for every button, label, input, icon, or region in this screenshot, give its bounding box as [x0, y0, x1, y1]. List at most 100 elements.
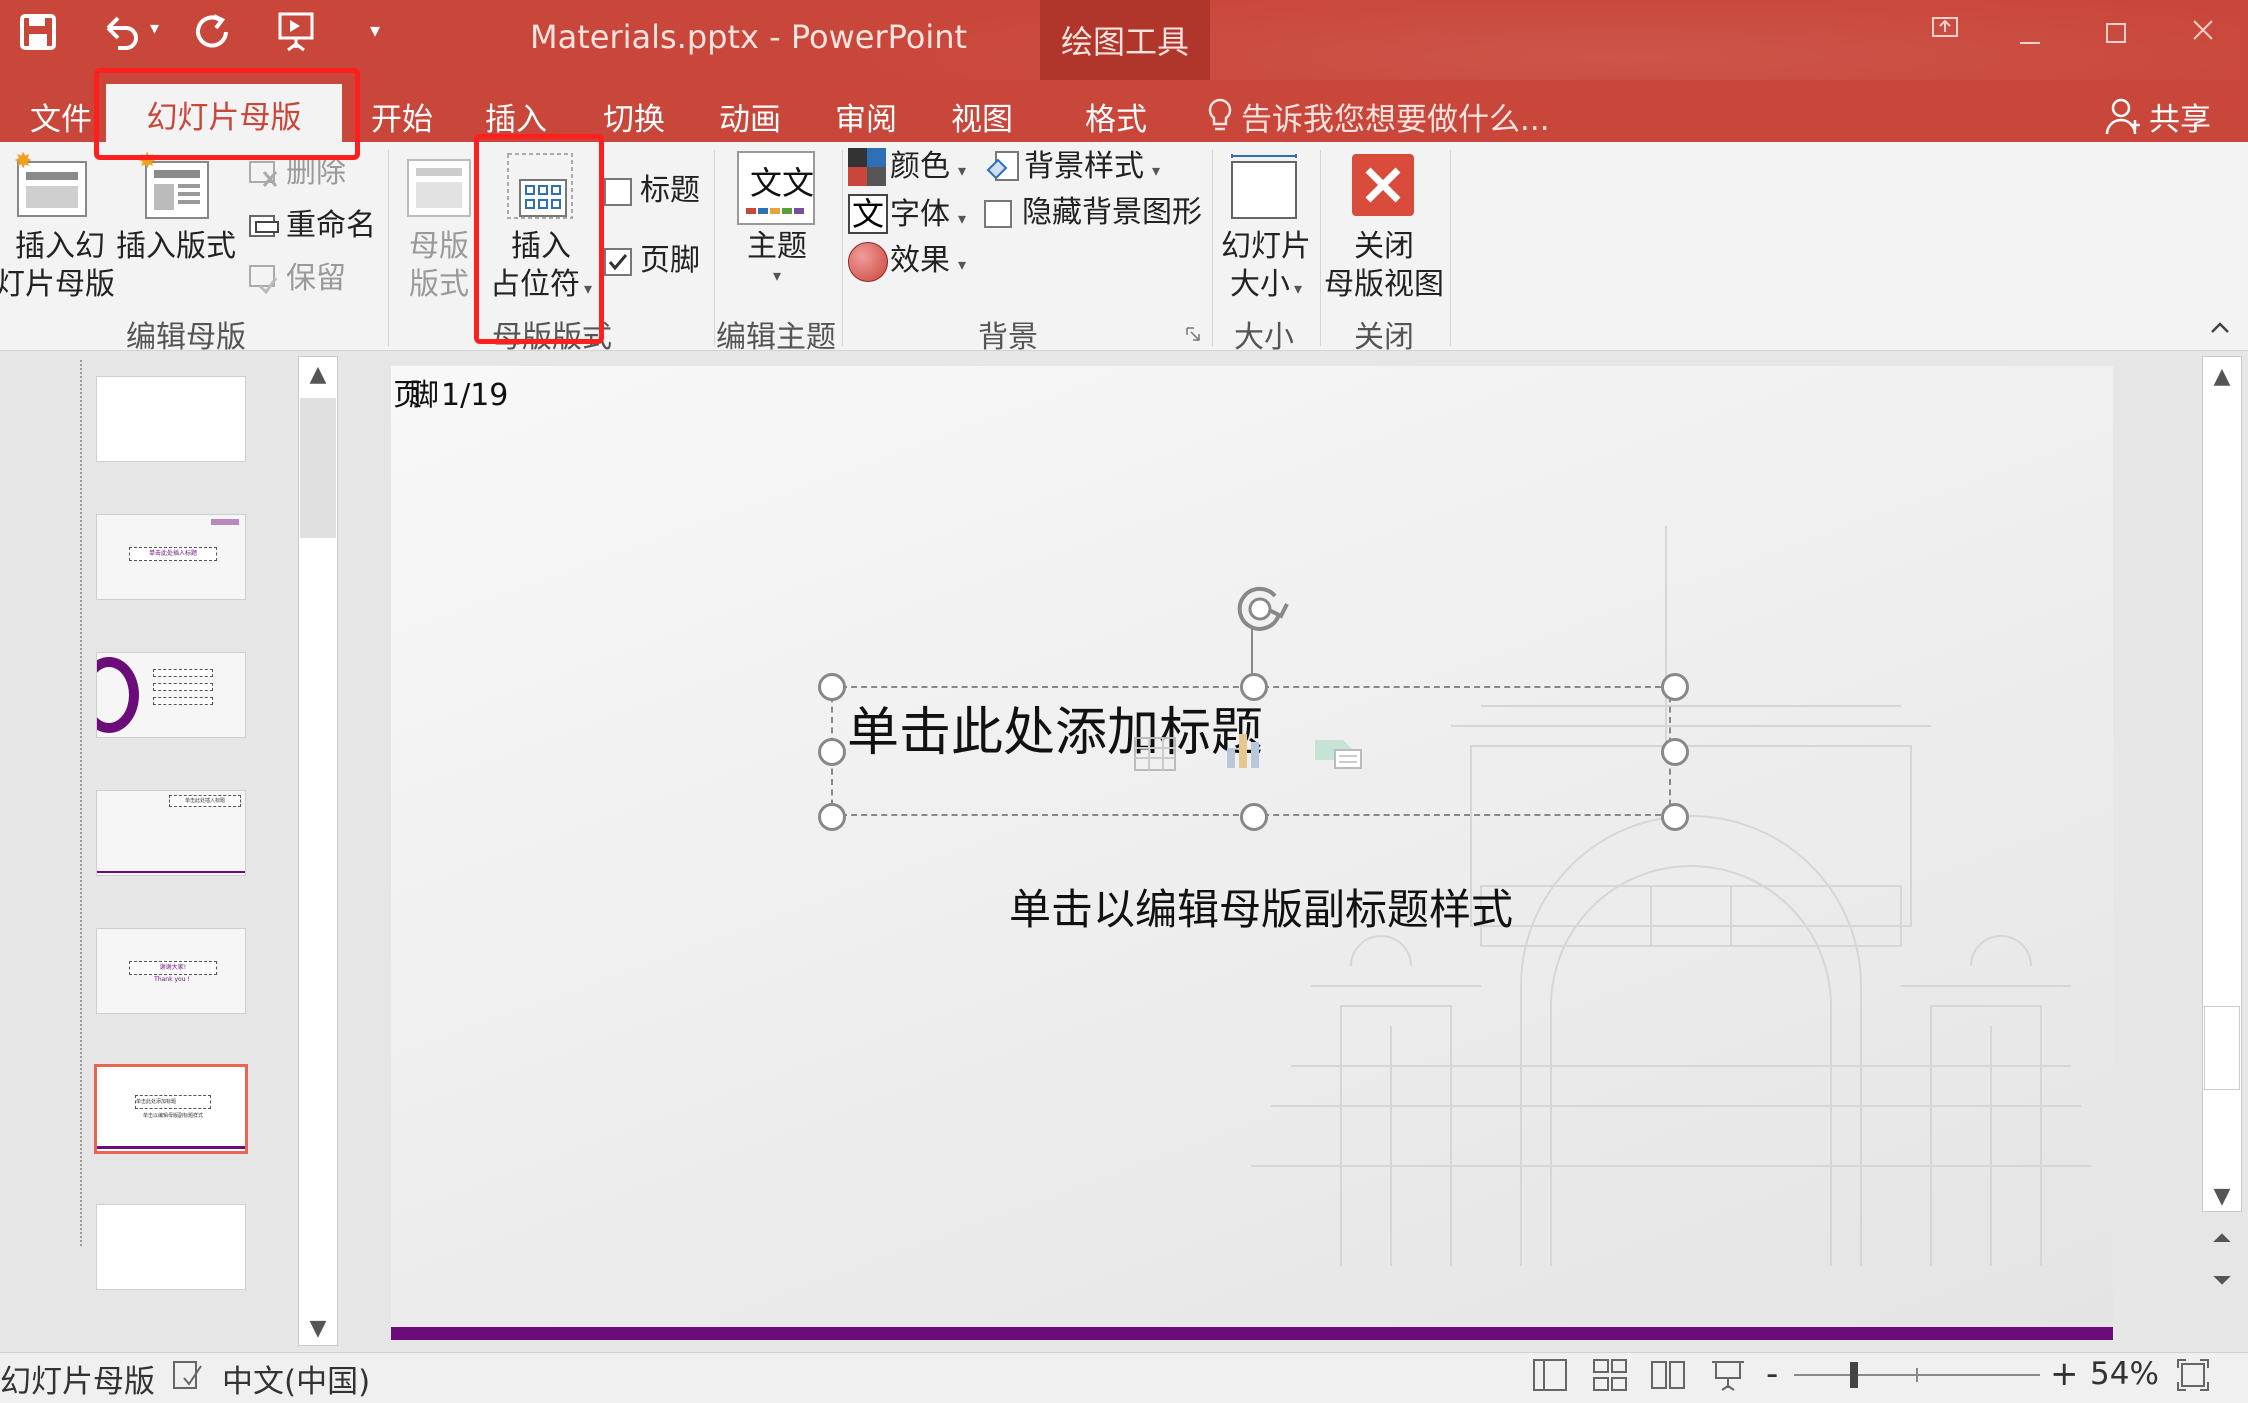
zoom-slider-thumb[interactable] — [1850, 1362, 1858, 1388]
slide-bottom-band — [391, 1327, 2113, 1340]
tab-transitions[interactable]: 切换 — [592, 90, 676, 142]
background-gate-drawing — [1251, 526, 2091, 1266]
preserve-icon — [246, 262, 282, 295]
rotate-handle-icon[interactable] — [1227, 576, 1293, 642]
background-styles-button[interactable]: 背景样式 ▾ — [1024, 148, 1160, 190]
thumbnail-layout-4[interactable]: 单击此处插入标题 — [96, 790, 246, 876]
resize-handle[interactable] — [818, 738, 846, 766]
tab-view[interactable]: 视图 — [940, 90, 1024, 142]
thumbnail-layout-2[interactable]: 单击此处插入标题 — [96, 514, 246, 600]
chevron-down-icon: ▾ — [1293, 279, 1303, 298]
thumbnail-toc-ring — [97, 657, 139, 733]
slide-canvas[interactable]: 页脚 1/19 单击此处添加标题 单击以编辑母版副标题样式 — [391, 366, 2113, 1340]
slide-sorter-icon[interactable] — [1592, 1358, 1628, 1392]
themes-button[interactable]: 主题 ▾ — [744, 228, 810, 286]
zoom-in-button[interactable]: + — [2050, 1354, 2079, 1394]
highlight-slide-master-tab — [94, 68, 360, 160]
fit-to-window-icon[interactable] — [2176, 1358, 2210, 1392]
rename-button[interactable]: 重命名 — [286, 207, 376, 245]
resize-handle[interactable] — [818, 673, 846, 701]
collapse-ribbon-icon[interactable] — [2208, 318, 2232, 338]
thumbnail-scroll-thumb[interactable] — [300, 398, 336, 538]
tab-home[interactable]: 开始 — [360, 90, 444, 142]
slide-scroll-up-icon[interactable]: ▲ — [2202, 366, 2242, 388]
effects-button[interactable]: 效果 ▾ — [890, 242, 966, 284]
chevron-down-icon: ▾ — [958, 161, 967, 180]
thumbnail-scroll-up-icon[interactable]: ▲ — [298, 364, 338, 386]
rotate-handle-line — [1251, 628, 1253, 676]
close-master-view-button[interactable]: 关闭 母版视图 — [1322, 228, 1446, 304]
background-styles-icon — [986, 150, 1020, 184]
presentation-icon[interactable] — [274, 10, 322, 54]
resize-handle[interactable] — [818, 803, 846, 831]
zoom-level[interactable]: 54% — [2090, 1356, 2159, 1392]
insert-slide-master-button[interactable]: 插入幻 灯片母版 — [0, 228, 120, 304]
close-window-icon[interactable] — [2190, 16, 2216, 51]
previous-slide-icon[interactable]: ⏶ — [2202, 1226, 2242, 1250]
hide-background-checkbox[interactable] — [984, 200, 1012, 228]
chevron-down-icon: ▾ — [958, 209, 967, 228]
undo-icon[interactable] — [98, 10, 142, 54]
slide-size-button[interactable]: 幻灯片 大小 ▾ — [1216, 228, 1316, 308]
thumbnail-layout-5[interactable]: 谢谢大家! Thank you ! — [96, 928, 246, 1014]
resize-handle[interactable] — [1661, 738, 1689, 766]
slideshow-view-icon[interactable] — [1710, 1358, 1746, 1392]
zoom-out-button[interactable]: - — [1766, 1354, 1778, 1394]
title-checkbox[interactable] — [604, 178, 632, 206]
slide-footer-label: 页脚 — [393, 378, 439, 413]
thumbnail-layout-3[interactable] — [96, 652, 246, 738]
footer-checkbox[interactable] — [604, 248, 632, 276]
thumbnail-scroll-down-icon[interactable]: ▼ — [298, 1318, 338, 1340]
smartart-placeholder-icon[interactable] — [1313, 734, 1363, 770]
subtitle-placeholder-text[interactable]: 单击以编辑母版副标题样式 — [791, 876, 1731, 937]
spelling-check-icon[interactable] — [170, 1358, 204, 1392]
table-placeholder-icon[interactable] — [1133, 736, 1177, 772]
tab-review[interactable]: 审阅 — [824, 90, 908, 142]
thumbnail-layout-1[interactable] — [96, 376, 246, 462]
master-layout-icon — [404, 156, 474, 220]
undo-dropdown-icon[interactable]: ▾ — [150, 18, 159, 39]
tab-format[interactable]: 格式 — [1074, 90, 1158, 142]
colors-button[interactable]: 颜色 ▾ — [890, 148, 966, 190]
redo-icon[interactable] — [190, 10, 234, 54]
thumbnail-layout-7[interactable] — [96, 1204, 246, 1290]
share-label: 共享 — [2149, 101, 2211, 138]
slide-size-icon — [1228, 152, 1300, 222]
resize-handle[interactable] — [1661, 803, 1689, 831]
slide-scroll-thumb[interactable] — [2204, 1006, 2240, 1090]
insert-layout-icon: ✸ — [138, 149, 214, 222]
fonts-button[interactable]: 字体 ▾ — [890, 196, 966, 238]
slide-scroll-down-icon[interactable]: ▼ — [2202, 1186, 2242, 1208]
share-button[interactable]: 共享 — [2105, 90, 2211, 142]
master-layout-button[interactable]: 母版 版式 — [404, 228, 474, 304]
group-separator — [388, 150, 389, 346]
insert-layout-button[interactable]: 插入版式 — [116, 228, 236, 266]
tab-animations[interactable]: 动画 — [708, 90, 792, 142]
restore-icon[interactable] — [1930, 12, 1960, 50]
tell-me-box[interactable]: 告诉我您想要做什么... — [1205, 90, 1550, 142]
resize-handle[interactable] — [1240, 673, 1268, 701]
resize-handle[interactable] — [1240, 803, 1268, 831]
normal-view-icon[interactable] — [1532, 1358, 1568, 1392]
status-language[interactable]: 中文(中国) — [222, 1356, 370, 1401]
checkmark-icon — [608, 254, 628, 271]
chart-placeholder-icon[interactable] — [1223, 730, 1267, 770]
dialog-launcher-icon[interactable] — [1186, 326, 1200, 341]
thumbnail-band — [97, 871, 245, 873]
zoom-slider-midmark — [1916, 1368, 1918, 1382]
customize-qat-icon[interactable]: ▾ — [370, 18, 380, 42]
maximize-icon[interactable] — [2104, 18, 2128, 53]
insert-slide-master-label-1: 插入幻 — [15, 229, 105, 264]
tab-file[interactable]: 文件 — [18, 90, 104, 142]
reading-view-icon[interactable] — [1650, 1358, 1686, 1392]
save-icon[interactable] — [18, 12, 58, 52]
minimize-icon[interactable] — [2018, 20, 2042, 55]
delete-icon — [246, 158, 282, 190]
preserve-button[interactable]: 保留 — [286, 260, 346, 298]
next-slide-icon[interactable]: ⏷ — [2202, 1268, 2242, 1292]
tell-me-text: 告诉我您想要做什么... — [1241, 101, 1550, 138]
title-placeholder[interactable]: 单击此处添加标题 — [831, 686, 1671, 816]
thumbnail-layout-6-selected[interactable]: 单击此处添加标题 单击以编辑母版副标题样式 — [94, 1064, 248, 1154]
resize-handle[interactable] — [1661, 673, 1689, 701]
size-group-label: 大小 — [1234, 320, 1294, 355]
